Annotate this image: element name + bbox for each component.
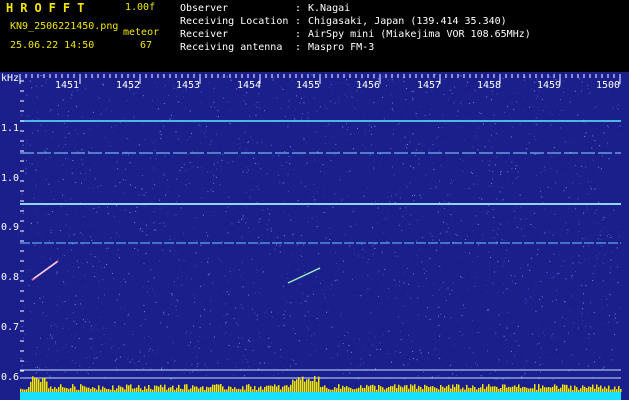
x-tick-label: 1456 <box>356 80 381 91</box>
x-tick-label: 1452 <box>116 80 141 91</box>
y-tick-label: 0.6 <box>1 372 20 383</box>
x-tick-label: 1457 <box>417 80 442 91</box>
x-tick-label: 1459 <box>537 80 562 91</box>
y-tick-label: 0.7 <box>1 322 20 333</box>
y-tick-label: 1.0 <box>1 173 20 184</box>
x-tick-label: 1455 <box>296 80 321 91</box>
y-tick-label: 1.1 <box>1 123 20 134</box>
x-tick-label: 1453 <box>176 80 201 91</box>
spectrogram <box>0 72 629 400</box>
x-tick-label: 1458 <box>477 80 502 91</box>
y-tick-label: 0.9 <box>1 222 20 233</box>
x-tick-label: 1451 <box>55 80 80 91</box>
y-unit-label: kHz <box>1 73 20 84</box>
x-tick-label: 1500 <box>596 80 621 91</box>
y-tick-label: 0.8 <box>1 272 20 283</box>
x-tick-label: 1454 <box>237 80 262 91</box>
